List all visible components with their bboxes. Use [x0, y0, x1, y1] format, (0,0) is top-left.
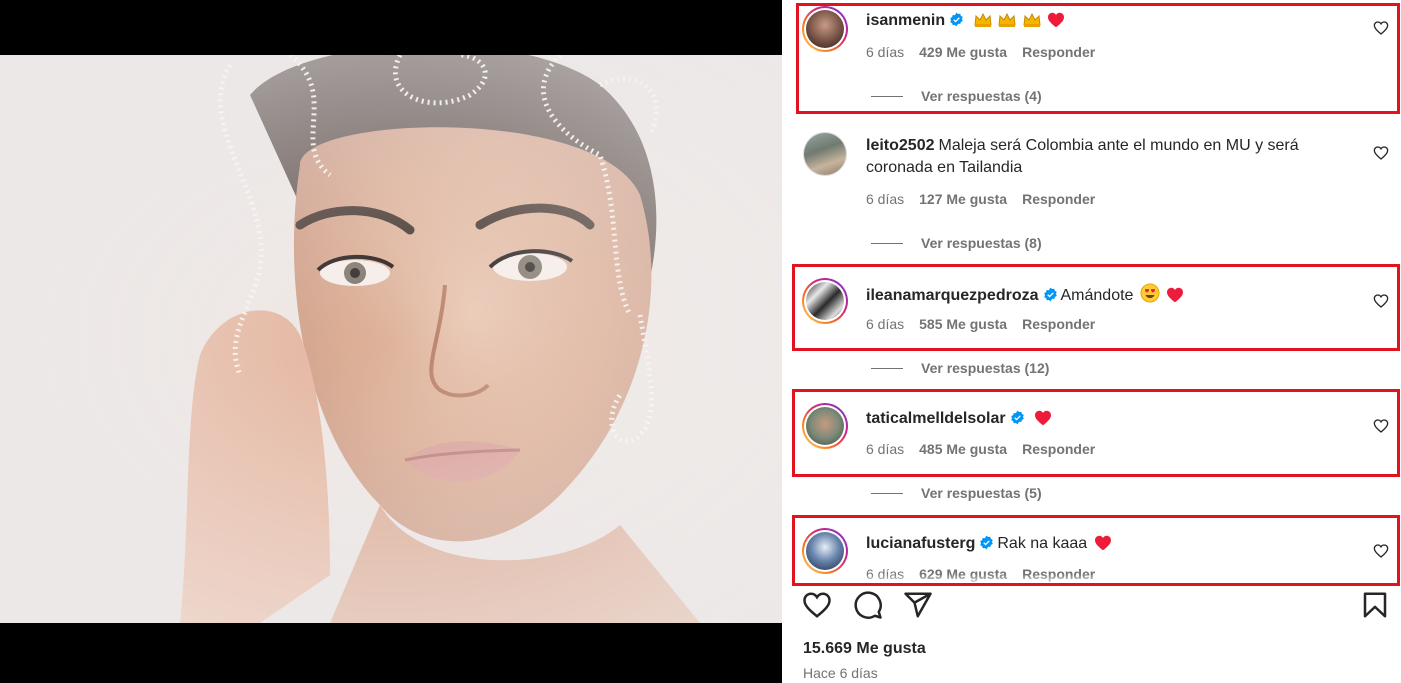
comments-panel: isanmenin 6 días 429 Me gusta Responder … — [782, 0, 1401, 683]
view-replies-button[interactable]: Ver respuestas (12) — [871, 360, 1049, 376]
comment-username[interactable]: ileanamarquezpedroza — [866, 287, 1039, 304]
verified-icon — [980, 535, 994, 550]
comment-meta: 6 días 127 Me gusta Responder — [866, 191, 1095, 207]
comment-username[interactable]: isanmenin — [866, 12, 945, 29]
view-replies-button[interactable]: Ver respuestas (4) — [871, 88, 1042, 104]
comment-text: ileanamarquezpedroza Amándote — [866, 283, 1336, 310]
comment-body: Rak na kaaa — [997, 535, 1088, 552]
comment-meta: 6 días 585 Me gusta Responder — [866, 316, 1095, 332]
comment-time[interactable]: 6 días — [866, 44, 904, 60]
comment-text: isanmenin — [866, 10, 1336, 35]
scroll-fade — [782, 574, 1401, 586]
post-media[interactable] — [0, 0, 782, 683]
comment-text: lucianafusterg Rak na kaaa — [866, 533, 1336, 558]
view-replies-label: Ver respuestas (4) — [921, 88, 1042, 104]
comment-body: Amándote — [1060, 287, 1134, 304]
comment-like-icon[interactable] — [1373, 293, 1389, 309]
comment-meta: 6 días 485 Me gusta Responder — [866, 441, 1095, 457]
share-icon[interactable] — [903, 590, 933, 620]
comment-time[interactable]: 6 días — [866, 316, 904, 332]
comment-like-icon[interactable] — [1373, 543, 1389, 559]
comment-time[interactable]: 6 días — [866, 191, 904, 207]
avatar[interactable] — [803, 132, 847, 176]
highlight-box — [792, 389, 1400, 477]
view-replies-button[interactable]: Ver respuestas (5) — [871, 485, 1042, 501]
comment-username[interactable]: leito2502 — [866, 137, 934, 154]
red-heart-emoji — [1034, 410, 1052, 433]
reply-button[interactable]: Responder — [1022, 316, 1095, 332]
avatar[interactable] — [802, 6, 848, 52]
verified-icon — [1043, 287, 1057, 302]
avatar[interactable] — [802, 403, 848, 449]
red-heart-emoji — [1166, 287, 1184, 310]
red-heart-emoji — [1047, 12, 1065, 35]
comment-username[interactable]: taticalmelldelsolar — [866, 410, 1006, 427]
comment-like-icon[interactable] — [1373, 145, 1389, 161]
comment-time[interactable]: 6 días — [866, 441, 904, 457]
verified-icon — [950, 12, 963, 27]
comment-icon[interactable] — [853, 590, 883, 620]
verified-icon — [1010, 410, 1024, 425]
view-replies-label: Ver respuestas (5) — [921, 485, 1042, 501]
comment-text: taticalmelldelsolar — [866, 408, 1336, 433]
avatar[interactable] — [802, 278, 848, 324]
comment-username[interactable]: lucianafusterg — [866, 535, 975, 552]
comment-text: leito2502 Maleja será Colombia ante el mu… — [866, 135, 1336, 179]
crown-emoji — [1022, 12, 1041, 35]
view-replies-label: Ver respuestas (8) — [921, 235, 1042, 251]
reply-button[interactable]: Responder — [1022, 44, 1095, 60]
comment-like-icon[interactable] — [1373, 418, 1389, 434]
post-likes[interactable]: 15.669 Me gusta — [803, 640, 926, 658]
red-heart-emoji — [1094, 535, 1112, 558]
reply-button[interactable]: Responder — [1022, 191, 1095, 207]
view-replies-button[interactable]: Ver respuestas (8) — [871, 235, 1042, 251]
avatar[interactable] — [802, 528, 848, 574]
like-icon[interactable] — [802, 590, 832, 620]
view-replies-label: Ver respuestas (12) — [921, 360, 1050, 376]
post-actions — [782, 586, 1401, 622]
comment-likes[interactable]: 485 Me gusta — [919, 441, 1007, 457]
post-photo — [0, 55, 782, 623]
comment-likes[interactable]: 127 Me gusta — [919, 191, 1007, 207]
comment-likes[interactable]: 429 Me gusta — [919, 44, 1007, 60]
crown-emoji — [998, 12, 1016, 35]
crown-emoji — [974, 12, 992, 35]
comment-meta: 6 días 429 Me gusta Responder — [866, 44, 1095, 60]
save-icon[interactable] — [1360, 590, 1390, 620]
heart-eyes-emoji — [1140, 283, 1160, 310]
comment-like-icon[interactable] — [1373, 20, 1389, 36]
post-date[interactable]: Hace 6 días — [803, 665, 878, 681]
comment-likes[interactable]: 585 Me gusta — [919, 316, 1007, 332]
reply-button[interactable]: Responder — [1022, 441, 1095, 457]
